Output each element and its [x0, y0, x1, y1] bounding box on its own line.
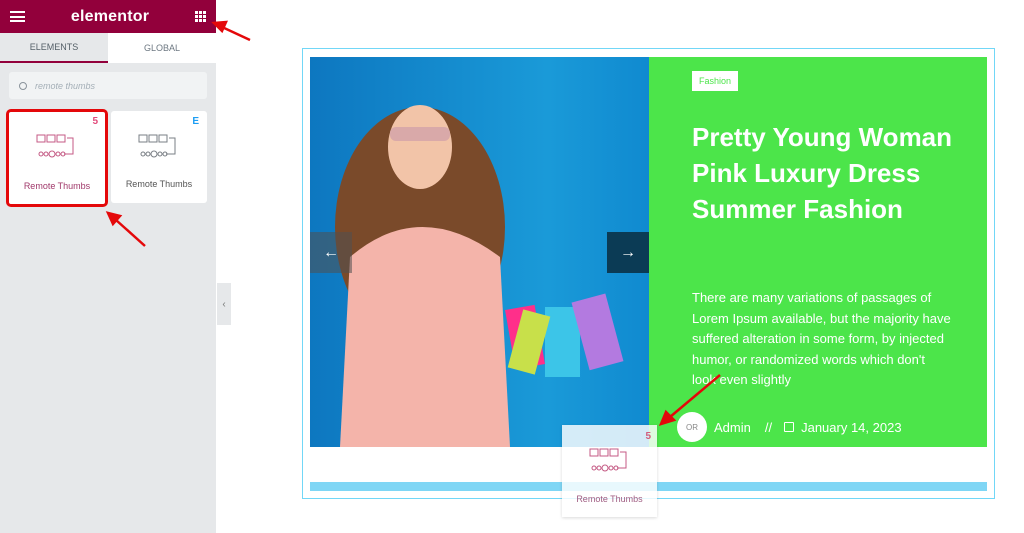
- arrow-to-drop: [669, 374, 721, 418]
- arrow-to-grid-icon: [221, 25, 251, 42]
- arrow-to-widget: [115, 219, 146, 247]
- annotation-arrows: [105, 20, 721, 426]
- arrow-head: [211, 20, 228, 34]
